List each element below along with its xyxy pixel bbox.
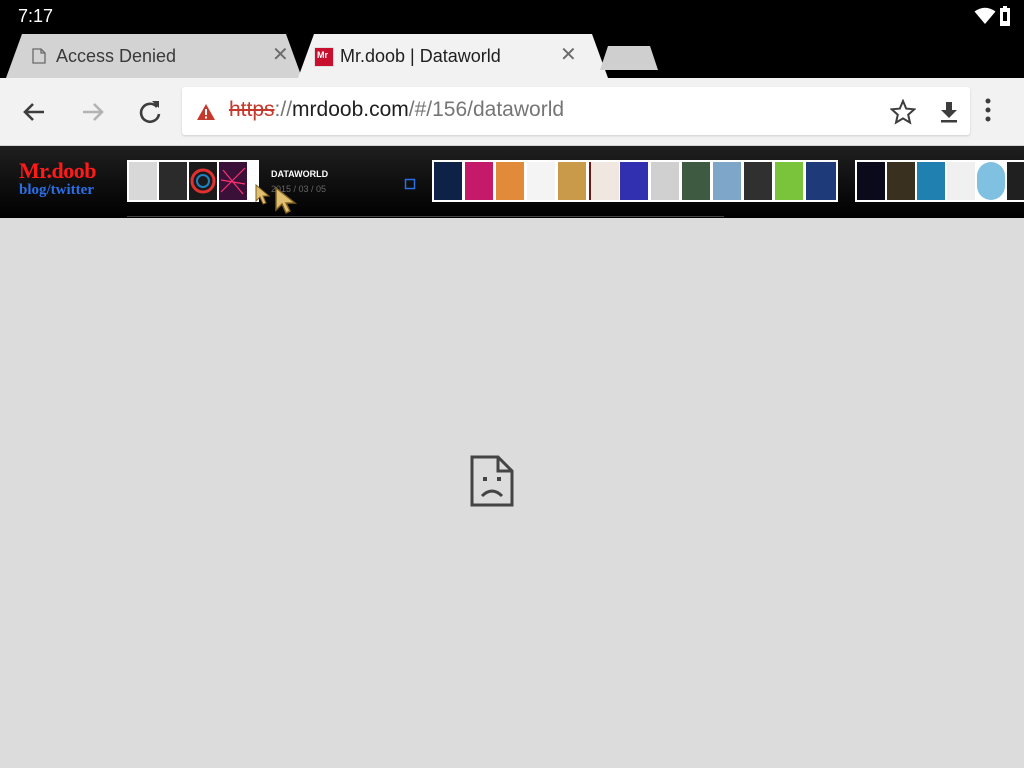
tab-access-denied[interactable]: Access Denied ✕: [6, 34, 302, 78]
tab-title: Mr.doob | Dataworld: [340, 46, 501, 66]
project-thumbnail[interactable]: [620, 162, 648, 200]
wifi-icon: [974, 7, 996, 24]
project-thumbnail[interactable]: [527, 162, 555, 200]
logo-title[interactable]: Mr.doob: [19, 160, 119, 182]
mrdoob-logo[interactable]: Mr.doob blog/twitter: [19, 160, 119, 199]
overflow-menu-icon[interactable]: [985, 98, 991, 122]
back-arrow-icon[interactable]: [21, 98, 49, 126]
project-thumbnail[interactable]: [775, 162, 803, 200]
fullscreen-icon[interactable]: [404, 178, 416, 190]
url-path: /#/156/dataworld: [408, 98, 565, 121]
project-thumbnail[interactable]: [465, 162, 493, 200]
status-time: 7:17: [18, 6, 54, 26]
project-thumbnail[interactable]: [1007, 162, 1024, 200]
battery-icon: [1000, 6, 1010, 26]
bookmark-star-icon[interactable]: [890, 99, 916, 125]
project-thumbnail[interactable]: [434, 162, 462, 200]
project-thumbnails-2: [432, 160, 838, 202]
project-thumbnail[interactable]: [589, 162, 619, 200]
mrdoob-favicon-icon: Mr: [314, 47, 334, 67]
project-thumbnail[interactable]: [558, 162, 586, 200]
url-text[interactable]: https://mrdoob.com/#/156/dataworld: [229, 98, 564, 122]
project-thumbnail[interactable]: [947, 162, 975, 200]
tab-dataworld[interactable]: Mr Mr.doob | Dataworld ✕: [298, 34, 608, 78]
selected-project-title: DATAWORLD: [271, 169, 329, 179]
project-thumbnails-3: [855, 160, 1024, 202]
cursor-icon: [255, 184, 271, 205]
cursor-icon: [275, 186, 298, 214]
project-thumbnail[interactable]: [496, 162, 524, 200]
target-thumbnail-icon: [190, 168, 216, 194]
project-thumbnails-1: [127, 160, 259, 202]
forward-arrow-icon[interactable]: [78, 98, 106, 126]
logo-subtitle-link[interactable]: blog/twitter: [19, 182, 119, 198]
project-thumbnail[interactable]: [713, 162, 741, 200]
url-separator: ://: [274, 98, 293, 121]
project-thumbnail[interactable]: [806, 162, 836, 200]
header-divider: [127, 216, 724, 217]
project-thumbnail[interactable]: [917, 162, 945, 200]
project-thumbnail[interactable]: [857, 162, 885, 200]
project-thumbnail[interactable]: [189, 162, 217, 200]
mrdoob-header-strip: Mr.doob blog/twitter DATAWORLD 2015 / 03…: [0, 146, 1024, 218]
download-icon[interactable]: [936, 99, 962, 125]
project-thumbnail[interactable]: [682, 162, 710, 200]
not-secure-warning-icon: [197, 104, 215, 120]
url-host: mrdoob.com: [292, 98, 409, 121]
favicon-text: Mr: [317, 50, 328, 60]
address-bar[interactable]: https://mrdoob.com/#/156/dataworld: [182, 87, 970, 135]
new-tab-button[interactable]: [600, 44, 658, 70]
browser-toolbar: https://mrdoob.com/#/156/dataworld: [0, 78, 1024, 146]
project-thumbnail[interactable]: [977, 162, 1005, 200]
url-scheme: https: [229, 98, 275, 121]
project-thumbnail[interactable]: [887, 162, 915, 200]
sad-page-icon: [470, 455, 514, 507]
close-tab-icon[interactable]: ✕: [560, 44, 577, 64]
project-thumbnail[interactable]: [219, 162, 247, 200]
status-bar: 7:17: [0, 0, 1024, 32]
close-tab-icon[interactable]: ✕: [272, 44, 289, 64]
project-thumbnail[interactable]: [651, 162, 679, 200]
document-icon: [32, 48, 46, 64]
lines-thumbnail-icon: [220, 167, 246, 195]
tab-title: Access Denied: [56, 46, 177, 66]
tab-strip: Access Denied ✕ Mr Mr.doob | Dataworld ✕: [0, 32, 1024, 78]
project-thumbnail[interactable]: [129, 162, 157, 200]
project-thumbnail[interactable]: [159, 162, 187, 200]
project-thumbnail[interactable]: [744, 162, 772, 200]
reload-icon[interactable]: [136, 98, 164, 126]
